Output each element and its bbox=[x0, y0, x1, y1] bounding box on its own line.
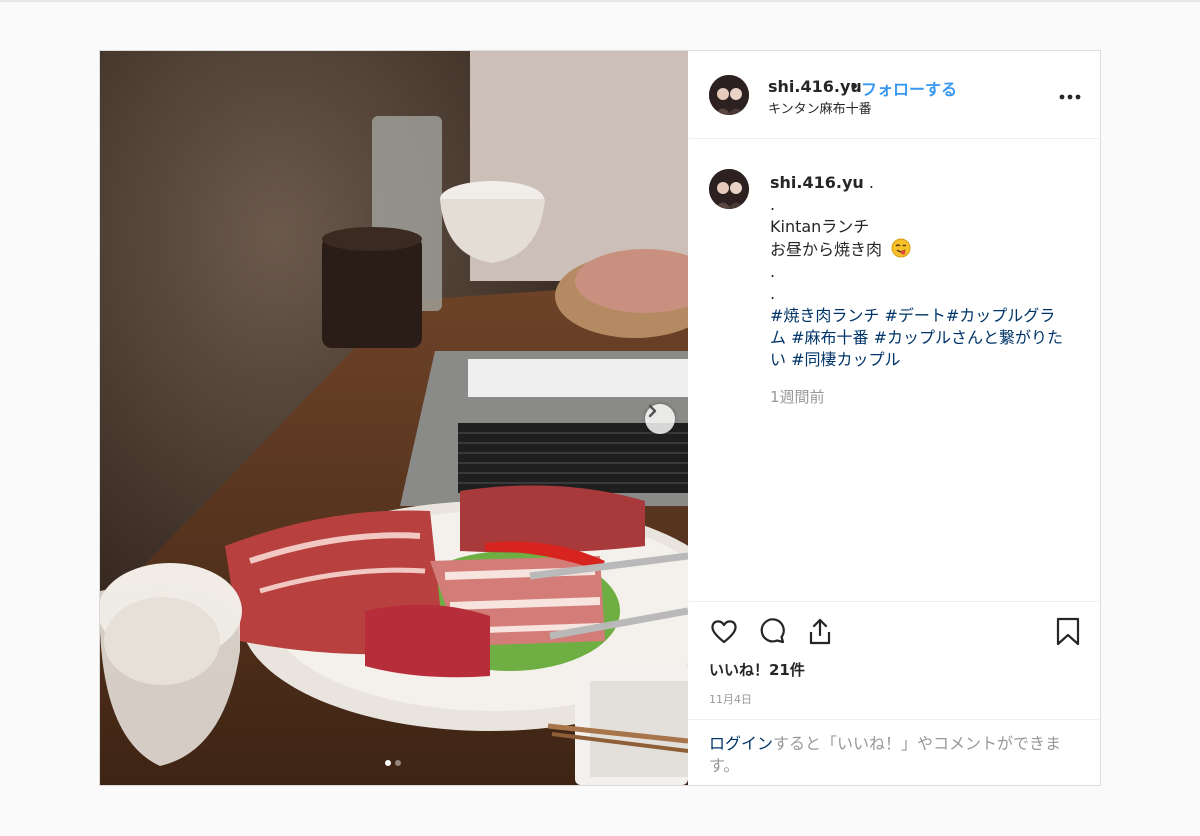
chevron-right-icon bbox=[648, 404, 657, 418]
post-side-panel: shi.416.yu • フォローする キンタン麻布十番 shi.416.yu … bbox=[689, 51, 1101, 785]
login-prompt: ログインすると「いいね！」やコメントができます。 bbox=[689, 719, 1101, 786]
caption-avatar[interactable] bbox=[709, 169, 749, 209]
post-photo[interactable] bbox=[100, 51, 688, 785]
comment-button[interactable] bbox=[757, 616, 787, 646]
save-button[interactable] bbox=[1053, 616, 1083, 646]
location-link[interactable]: キンタン麻布十番 bbox=[768, 98, 872, 117]
share-button[interactable] bbox=[805, 616, 835, 646]
face-savoring-food-icon bbox=[891, 238, 911, 258]
post-caption: shi.416.yu . . Kintanランチ お昼から焼き肉 . . #焼き… bbox=[770, 172, 1070, 371]
like-count[interactable]: いいね！21件 bbox=[709, 659, 805, 680]
post-date[interactable]: 11月4日 bbox=[709, 691, 752, 707]
avatar[interactable] bbox=[709, 75, 749, 115]
like-button[interactable] bbox=[709, 616, 739, 646]
carousel-dot bbox=[395, 760, 401, 766]
hashtag-list[interactable]: #焼き肉ランチ #デート#カップルグラム #麻布十番 #カップルさんと繋がりたい… bbox=[770, 305, 1070, 371]
post-time-ago[interactable]: 1週間前 bbox=[770, 386, 825, 407]
top-divider bbox=[0, 0, 1200, 2]
caption-username[interactable]: shi.416.yu bbox=[770, 173, 864, 192]
share-icon bbox=[809, 618, 831, 645]
follow-button[interactable]: フォローする bbox=[861, 76, 957, 100]
login-link[interactable]: ログイン bbox=[709, 734, 773, 753]
separator-dot: • bbox=[849, 77, 860, 96]
post-header: shi.416.yu • フォローする キンタン麻布十番 bbox=[689, 51, 1101, 139]
food-photo-illustration bbox=[100, 51, 688, 785]
post-actions: いいね！21件 11月4日 ログインすると「いいね！」やコメントができます。 bbox=[689, 601, 1101, 785]
post-card: shi.416.yu • フォローする キンタン麻布十番 shi.416.yu … bbox=[99, 50, 1101, 786]
comment-icon bbox=[760, 618, 785, 644]
caption-line: . bbox=[770, 284, 776, 303]
more-options-icon[interactable] bbox=[1059, 81, 1081, 105]
bookmark-icon bbox=[1056, 617, 1080, 646]
heart-icon bbox=[711, 620, 737, 644]
user-avatar-photo bbox=[709, 75, 749, 115]
carousel-next-button[interactable] bbox=[645, 404, 675, 434]
ellipsis-icon bbox=[1059, 94, 1081, 100]
caption-line: . bbox=[770, 195, 776, 214]
caption-line: お昼から焼き肉 bbox=[770, 240, 883, 259]
login-prompt-text: ログインすると「いいね！」やコメントができます。 bbox=[709, 733, 1079, 777]
caption-line: Kintanランチ bbox=[770, 217, 870, 236]
user-avatar-photo bbox=[709, 169, 749, 209]
caption-line: . bbox=[868, 173, 874, 192]
username-link[interactable]: shi.416.yu bbox=[768, 77, 862, 96]
caption-line: . bbox=[770, 262, 776, 281]
carousel-dot-active bbox=[385, 760, 391, 766]
carousel-indicator bbox=[385, 760, 401, 766]
